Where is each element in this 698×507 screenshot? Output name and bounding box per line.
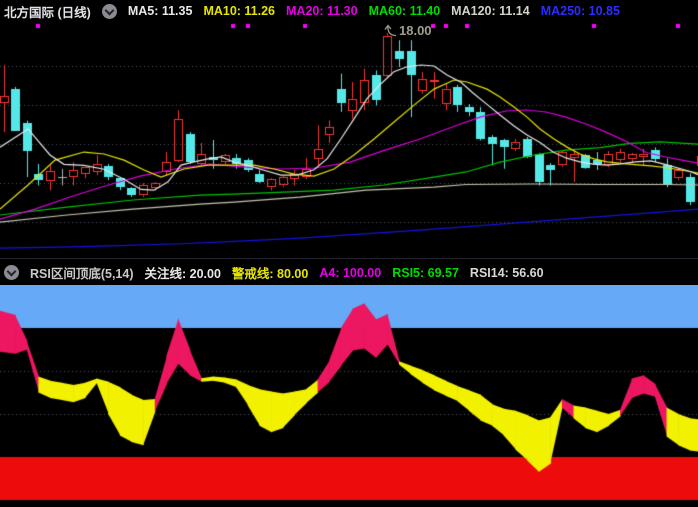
rsi-a4-legend: A4: 100.00	[319, 265, 382, 280]
stock-title: 北方国际 (日线)	[4, 5, 91, 20]
ma10-legend: MA10: 11.26	[203, 4, 276, 18]
rsi-indicator-name[interactable]: RSI区间顶底(5,14)	[30, 263, 134, 282]
high-price-label: 18.00	[383, 23, 432, 38]
ma120-legend: MA120: 11.14	[451, 4, 530, 18]
rsi-panel-header: RSI区间顶底(5,14) 关注线: 20.00 警戒线: 80.00 A4: …	[0, 258, 698, 286]
chevron-down-icon[interactable]	[101, 3, 117, 19]
rsi5-legend: RSI5: 69.57	[392, 265, 459, 280]
rsi-warning-line-legend: 警戒线: 80.00	[231, 267, 309, 281]
high-price-text: 18.00	[399, 23, 432, 38]
ma5-legend: MA5: 11.35	[127, 4, 193, 18]
high-price-arrow-icon	[384, 24, 397, 37]
main-chart-header: 北方国际 (日线) MA5: 11.35 MA10: 11.26 MA20: 1…	[0, 0, 698, 22]
ma20-legend: MA20: 11.30	[286, 4, 358, 18]
ma250-legend: MA250: 10.85	[540, 4, 620, 18]
rsi-attention-line-legend: 关注线: 20.00	[144, 267, 221, 281]
ma60-legend: MA60: 11.40	[368, 4, 441, 18]
rsi14-legend: RSI14: 56.60	[469, 265, 544, 280]
chevron-down-icon[interactable]	[4, 265, 19, 280]
rsi-chart-canvas[interactable]	[0, 285, 698, 507]
app-window: 北方国际 (日线) MA5: 11.35 MA10: 11.26 MA20: 1…	[0, 0, 698, 507]
main-chart-canvas[interactable]	[0, 22, 698, 258]
